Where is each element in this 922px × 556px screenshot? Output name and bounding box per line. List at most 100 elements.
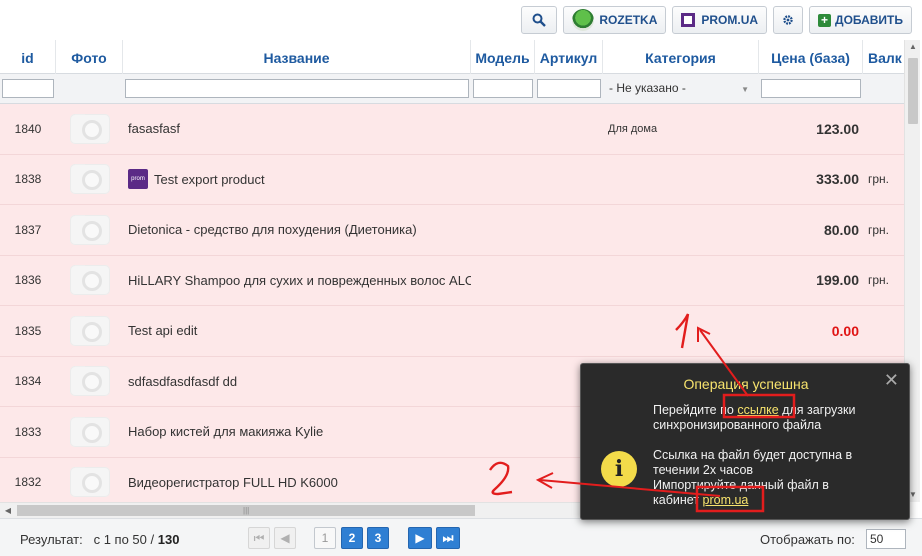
notification-line-3: Ссылка на файл будет доступна в — [653, 448, 853, 462]
table-row[interactable]: 1837 Dietonica - средство для похудения (… — [0, 205, 904, 256]
cell-name[interactable]: HiLLARY Shampoo для сухих и поврежденных… — [123, 273, 471, 288]
cell-photo[interactable] — [56, 113, 123, 144]
filter-category-select[interactable]: - Не указано - — [605, 79, 757, 99]
search-button[interactable] — [521, 6, 558, 34]
prom-button[interactable]: PROM.UA — [672, 6, 768, 34]
product-name[interactable]: Набор кистей для макияжа Kylie — [128, 424, 323, 439]
scroll-up-icon[interactable]: ▲ — [905, 40, 921, 54]
rozetka-button[interactable]: ROZETKA — [563, 6, 667, 34]
notification-title: Операция успешна — [683, 376, 809, 392]
first-page-button[interactable]: ⏮ — [248, 527, 270, 549]
product-name[interactable]: Test api edit — [128, 323, 197, 338]
cell-name[interactable]: fasasfasf — [123, 121, 471, 136]
filter-article-input[interactable] — [537, 79, 601, 98]
page-2-button[interactable]: 2 — [341, 527, 363, 549]
gear-icon — [783, 15, 793, 25]
prom-logo-icon — [681, 13, 696, 27]
col-header-id[interactable]: id — [0, 40, 56, 74]
cell-id: 1832 — [14, 475, 42, 490]
cell-id: 1835 — [14, 323, 42, 338]
notification-text: для загрузки — [782, 403, 856, 417]
cell-name[interactable]: sdfasdfasdfasdf dd — [123, 374, 471, 389]
prom-cabinet-link[interactable]: prom.ua — [703, 493, 749, 507]
cell-currency: грн. — [868, 222, 890, 237]
camera-placeholder-icon — [69, 467, 110, 498]
rozetka-logo-icon — [572, 9, 595, 31]
cell-price[interactable]: 333.00 — [759, 171, 863, 187]
camera-placeholder-icon — [69, 265, 110, 296]
col-header-article[interactable]: Артикул — [535, 40, 603, 74]
col-header-currency[interactable]: Валк — [863, 40, 904, 74]
table-row[interactable]: 1838 prom Test export product 333.00 грн. — [0, 154, 904, 205]
cell-name[interactable]: Видеорегистратор FULL HD K6000 — [123, 475, 471, 490]
filter-price-input[interactable] — [761, 79, 861, 98]
camera-placeholder-icon — [69, 315, 110, 346]
add-product-button[interactable]: + ДОБАВИТЬ — [809, 6, 912, 34]
notification-line-2: синхронизированного файла — [653, 418, 822, 432]
page-3-button[interactable]: 3 — [367, 527, 389, 549]
settings-button[interactable] — [773, 6, 804, 34]
cell-id: 1838 — [14, 172, 42, 187]
notification-line-6: кабинет prom.ua — [653, 493, 898, 508]
filter-id-input[interactable] — [2, 79, 54, 98]
product-name[interactable]: Видеорегистратор FULL HD K6000 — [128, 475, 338, 490]
col-header-name[interactable]: Название — [123, 40, 471, 74]
filter-row: - Не указано - — [0, 74, 904, 104]
plus-icon: + — [818, 13, 832, 27]
cell-photo[interactable] — [56, 315, 123, 346]
toolbar: ROZETKA PROM.UA + ДОБАВИТЬ — [521, 6, 912, 34]
cell-name[interactable]: Test api edit — [123, 323, 471, 338]
camera-placeholder-icon — [69, 113, 110, 144]
download-link[interactable]: ссылке — [737, 403, 778, 417]
per-page-select[interactable]: 50 — [866, 529, 906, 549]
cell-currency: грн. — [868, 273, 890, 288]
col-header-model[interactable]: Модель — [471, 40, 535, 74]
result-range: с 1 по 50 / — [93, 532, 155, 547]
product-name[interactable]: HiLLARY Shampoo для сухих и поврежденных… — [128, 273, 471, 288]
search-icon — [532, 13, 547, 27]
cell-price[interactable]: 80.00 — [759, 222, 863, 238]
cell-photo[interactable] — [56, 467, 123, 498]
cell-category: Для дома — [608, 122, 658, 135]
cell-price[interactable]: 0.00 — [759, 323, 863, 339]
table-row[interactable]: 1835 Test api edit 0.00 — [0, 306, 904, 357]
filter-model-input[interactable] — [473, 79, 533, 98]
rozetka-label: ROZETKA — [599, 13, 658, 27]
cell-photo[interactable] — [56, 366, 123, 397]
success-notification: Операция успешна ✕ i Перейдите по ссылке… — [580, 363, 910, 520]
filter-name-input[interactable] — [125, 79, 469, 98]
camera-placeholder-icon — [69, 214, 110, 245]
scroll-left-icon[interactable]: ◀ — [0, 503, 16, 519]
cell-photo[interactable] — [56, 214, 123, 245]
product-name[interactable]: Test export product — [154, 172, 265, 187]
cell-photo[interactable] — [56, 164, 123, 195]
grid-header: id Фото Название Модель Артикул Категори… — [0, 40, 904, 74]
col-header-photo[interactable]: Фото — [56, 40, 123, 74]
vertical-scroll-thumb[interactable] — [908, 58, 918, 124]
table-row[interactable]: 1836 HiLLARY Shampoo для сухих и поврежде… — [0, 255, 904, 306]
last-page-button[interactable]: ⏭ — [436, 527, 460, 549]
cell-price[interactable]: 199.00 — [759, 272, 863, 288]
cell-photo[interactable] — [56, 416, 123, 447]
table-row[interactable]: 1840 fasasfasf Для дома 123.00 — [0, 104, 904, 155]
product-name[interactable]: fasasfasf — [128, 121, 180, 136]
notification-text: кабинет — [653, 493, 700, 507]
product-name[interactable]: sdfasdfasdfasdf dd — [128, 374, 237, 389]
cell-name[interactable]: prom Test export product — [123, 169, 471, 190]
next-page-button[interactable]: ▶ — [408, 527, 432, 549]
col-header-price[interactable]: Цена (база) — [759, 40, 863, 74]
prev-page-button[interactable]: ◀ — [274, 527, 296, 549]
cell-photo[interactable] — [56, 265, 123, 296]
product-name[interactable]: Dietonica - средство для похудения (Диет… — [128, 222, 417, 237]
col-header-category[interactable]: Категория — [603, 40, 759, 74]
page-1-button[interactable]: 1 — [314, 527, 336, 549]
prev-page-icon: ◀ — [280, 531, 290, 545]
cell-currency: грн. — [868, 172, 890, 187]
cell-price[interactable]: 123.00 — [759, 121, 863, 137]
cell-name[interactable]: Набор кистей для макияжа Kylie — [123, 424, 471, 439]
notification-text: Перейдите по — [653, 403, 734, 417]
cell-id: 1837 — [14, 222, 42, 237]
close-icon[interactable]: ✕ — [884, 370, 899, 391]
cell-name[interactable]: Dietonica - средство для похудения (Диет… — [123, 222, 471, 237]
notification-line-5: Импортируйте данный файл в — [653, 478, 829, 492]
